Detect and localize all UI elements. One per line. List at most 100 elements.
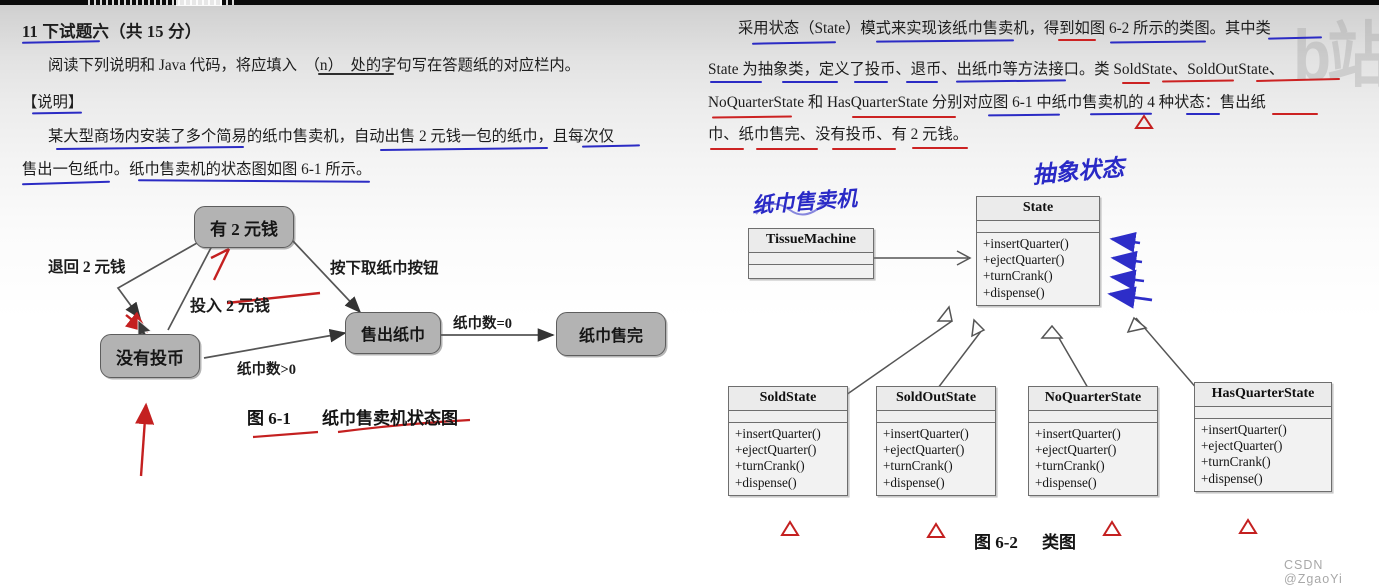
class-name-sold-out-state: SoldOutState bbox=[877, 387, 995, 411]
underline-r1c-red bbox=[1058, 39, 1096, 41]
instruction-paragraph: 阅读下列说明和 Java 代码，将应填入 （n） 处的字句写在答题纸的对应栏内。 bbox=[48, 57, 580, 74]
underline-desc-d bbox=[21, 180, 111, 186]
class-box-state: State +insertQuarter() +ejectQuarter() +… bbox=[976, 196, 1100, 306]
operation: +turnCrank() bbox=[1201, 454, 1271, 470]
transition-label-insert: 投入 2 元钱 bbox=[190, 298, 271, 315]
underline-r2g-red bbox=[1161, 79, 1235, 83]
operation: +insertQuarter() bbox=[983, 236, 1069, 251]
operation: +insertQuarter() bbox=[735, 426, 821, 441]
underline-r3c bbox=[987, 113, 1061, 117]
state-box-has-money: 有 2 元钱 bbox=[194, 206, 294, 248]
operation: +ejectQuarter() bbox=[983, 252, 1065, 268]
transition-label-press: 按下取纸巾按钮 bbox=[330, 260, 439, 277]
class-box-sold-out-state: SoldOutState +insertQuarter() +ejectQuar… bbox=[876, 386, 996, 496]
operation: +ejectQuarter() bbox=[1201, 438, 1283, 454]
operation: +turnCrank() bbox=[735, 458, 805, 474]
underline-r2c bbox=[854, 81, 888, 83]
class-attrs-has-quarter-state bbox=[1195, 407, 1331, 419]
underline-r2a bbox=[710, 81, 762, 83]
class-box-tissue-machine: TissueMachine bbox=[748, 228, 874, 279]
underline-r3e bbox=[1186, 113, 1220, 115]
underline-r4b-red bbox=[756, 148, 818, 150]
operation: +insertQuarter() bbox=[1035, 426, 1121, 441]
operation: +ejectQuarter() bbox=[735, 442, 817, 458]
underline-r1b bbox=[875, 39, 1015, 43]
class-name-tissue-machine: TissueMachine bbox=[749, 229, 873, 253]
state-box-sold: 售出纸巾 bbox=[345, 312, 441, 354]
class-box-has-quarter-state: HasQuarterState +insertQuarter() +ejectQ… bbox=[1194, 382, 1332, 492]
document-page: b站 11 下试题六（共 15 分） 阅读下列说明和 Java 代码，将应填入 … bbox=[0, 0, 1379, 586]
class-ops-no-quarter-state: +insertQuarter() +ejectQuarter() +turnCr… bbox=[1029, 423, 1157, 495]
figure2-caption-title: 类图 bbox=[1042, 533, 1076, 552]
underline-r4a-red bbox=[710, 148, 744, 150]
background-watermark: b站 bbox=[1293, 16, 1379, 97]
underline-desc-a bbox=[55, 146, 245, 150]
class-attrs-no-quarter-state bbox=[1029, 411, 1157, 423]
underline-r4d-red bbox=[912, 147, 968, 149]
operation: +dispense() bbox=[883, 474, 945, 490]
underline-desc-b bbox=[379, 146, 549, 152]
class-attrs-sold-out-state bbox=[877, 411, 995, 423]
figure1-caption-number: 图 6-1 bbox=[247, 409, 291, 428]
underline-r2e bbox=[955, 79, 1067, 83]
transition-label-refund: 退回 2 元钱 bbox=[48, 259, 126, 276]
figure2-caption-number: 图 6-2 bbox=[974, 533, 1018, 552]
operation: +dispense() bbox=[1201, 470, 1263, 486]
class-box-sold-state: SoldState +insertQuarter() +ejectQuarter… bbox=[728, 386, 848, 496]
operation: +dispense() bbox=[1035, 474, 1097, 490]
underline-r3d bbox=[1089, 112, 1153, 116]
underline-shuoming bbox=[31, 111, 83, 115]
class-ops-tissue-machine bbox=[749, 265, 873, 278]
class-box-no-quarter-state: NoQuarterState +insertQuarter() +ejectQu… bbox=[1028, 386, 1158, 496]
operation: +turnCrank() bbox=[883, 458, 953, 474]
operation: +insertQuarter() bbox=[1201, 422, 1287, 437]
handwriting-tissue-machine: 纸巾售卖机 bbox=[751, 186, 858, 218]
class-attrs-sold-state bbox=[729, 411, 847, 423]
underline-r1d bbox=[1109, 40, 1207, 44]
underline-r4c-red bbox=[832, 148, 896, 150]
class-ops-has-quarter-state: +insertQuarter() +ejectQuarter() +turnCr… bbox=[1195, 419, 1331, 491]
transition-label-count-eq0: 纸巾数=0 bbox=[453, 316, 513, 332]
top-cut-text-fragment-2 bbox=[176, 0, 222, 6]
class-ops-state: +insertQuarter() +ejectQuarter() +turnCr… bbox=[977, 233, 1099, 305]
underline-desc-c bbox=[581, 144, 641, 148]
handwriting-abstract-state: 抽象状态 bbox=[1031, 155, 1126, 188]
underline-r3a-red bbox=[711, 115, 793, 119]
class-ops-sold-state: +insertQuarter() +ejectQuarter() +turnCr… bbox=[729, 423, 847, 495]
underline-r2b bbox=[782, 81, 838, 83]
transition-label-count-gt0: 纸巾数>0 bbox=[237, 362, 297, 378]
operation: +ejectQuarter() bbox=[883, 442, 965, 458]
right-paragraph-2: State 为抽象类，定义了投币、退币、出纸巾等方法接口。类 SoldState… bbox=[708, 61, 1285, 78]
class-name-state: State bbox=[977, 197, 1099, 221]
underline-r1a bbox=[751, 41, 837, 45]
figure1-caption-title: 纸巾售卖机状态图 bbox=[322, 409, 458, 428]
underline-r2d bbox=[906, 81, 938, 83]
right-paragraph-1: 采用状态（State）模式来实现该纸巾售卖机，得到如图 6-2 所示的类图。其中… bbox=[738, 20, 1271, 37]
right-paragraph-4: 巾、纸巾售完、没有投币、有 2 元钱。 bbox=[708, 126, 969, 143]
description-line-2: 售出一包纸巾。纸巾售卖机的状态图如图 6-1 所示。 bbox=[22, 161, 372, 178]
page-title: 11 下试题六（共 15 分） bbox=[22, 22, 202, 41]
operation: +ejectQuarter() bbox=[1035, 442, 1117, 458]
operation: +dispense() bbox=[735, 474, 797, 490]
underline-r2f-red bbox=[1122, 82, 1150, 84]
class-attrs-state bbox=[977, 221, 1099, 233]
state-box-sold-out: 纸巾售完 bbox=[556, 312, 666, 356]
underline-r3b-red bbox=[852, 116, 956, 118]
figure1-connectors bbox=[116, 114, 1258, 538]
class-name-sold-state: SoldState bbox=[729, 387, 847, 411]
operation: +turnCrank() bbox=[983, 268, 1053, 284]
right-paragraph-3: NoQuarterState 和 HasQuarterState 分别对应图 6… bbox=[708, 94, 1266, 111]
class-ops-sold-out-state: +insertQuarter() +ejectQuarter() +turnCr… bbox=[877, 423, 995, 495]
class-name-no-quarter-state: NoQuarterState bbox=[1029, 387, 1157, 411]
operation: +dispense() bbox=[983, 284, 1045, 300]
underline-desc-e bbox=[137, 179, 371, 183]
csdn-watermark: CSDN @ZgaoYi bbox=[1284, 558, 1343, 586]
section-label-shuoming: 【说明】 bbox=[22, 94, 84, 111]
operation: +insertQuarter() bbox=[883, 426, 969, 441]
state-box-no-coin: 没有投币 bbox=[100, 334, 200, 378]
class-attrs-tissue-machine bbox=[749, 253, 873, 265]
description-line-1: 某大型商场内安装了多个简易的纸巾售卖机，自动出售 2 元钱一包的纸巾，且每次仅 bbox=[48, 128, 614, 145]
blank-underline bbox=[318, 73, 394, 75]
underline-heading bbox=[21, 40, 101, 44]
underline-r3f-red bbox=[1272, 113, 1318, 115]
